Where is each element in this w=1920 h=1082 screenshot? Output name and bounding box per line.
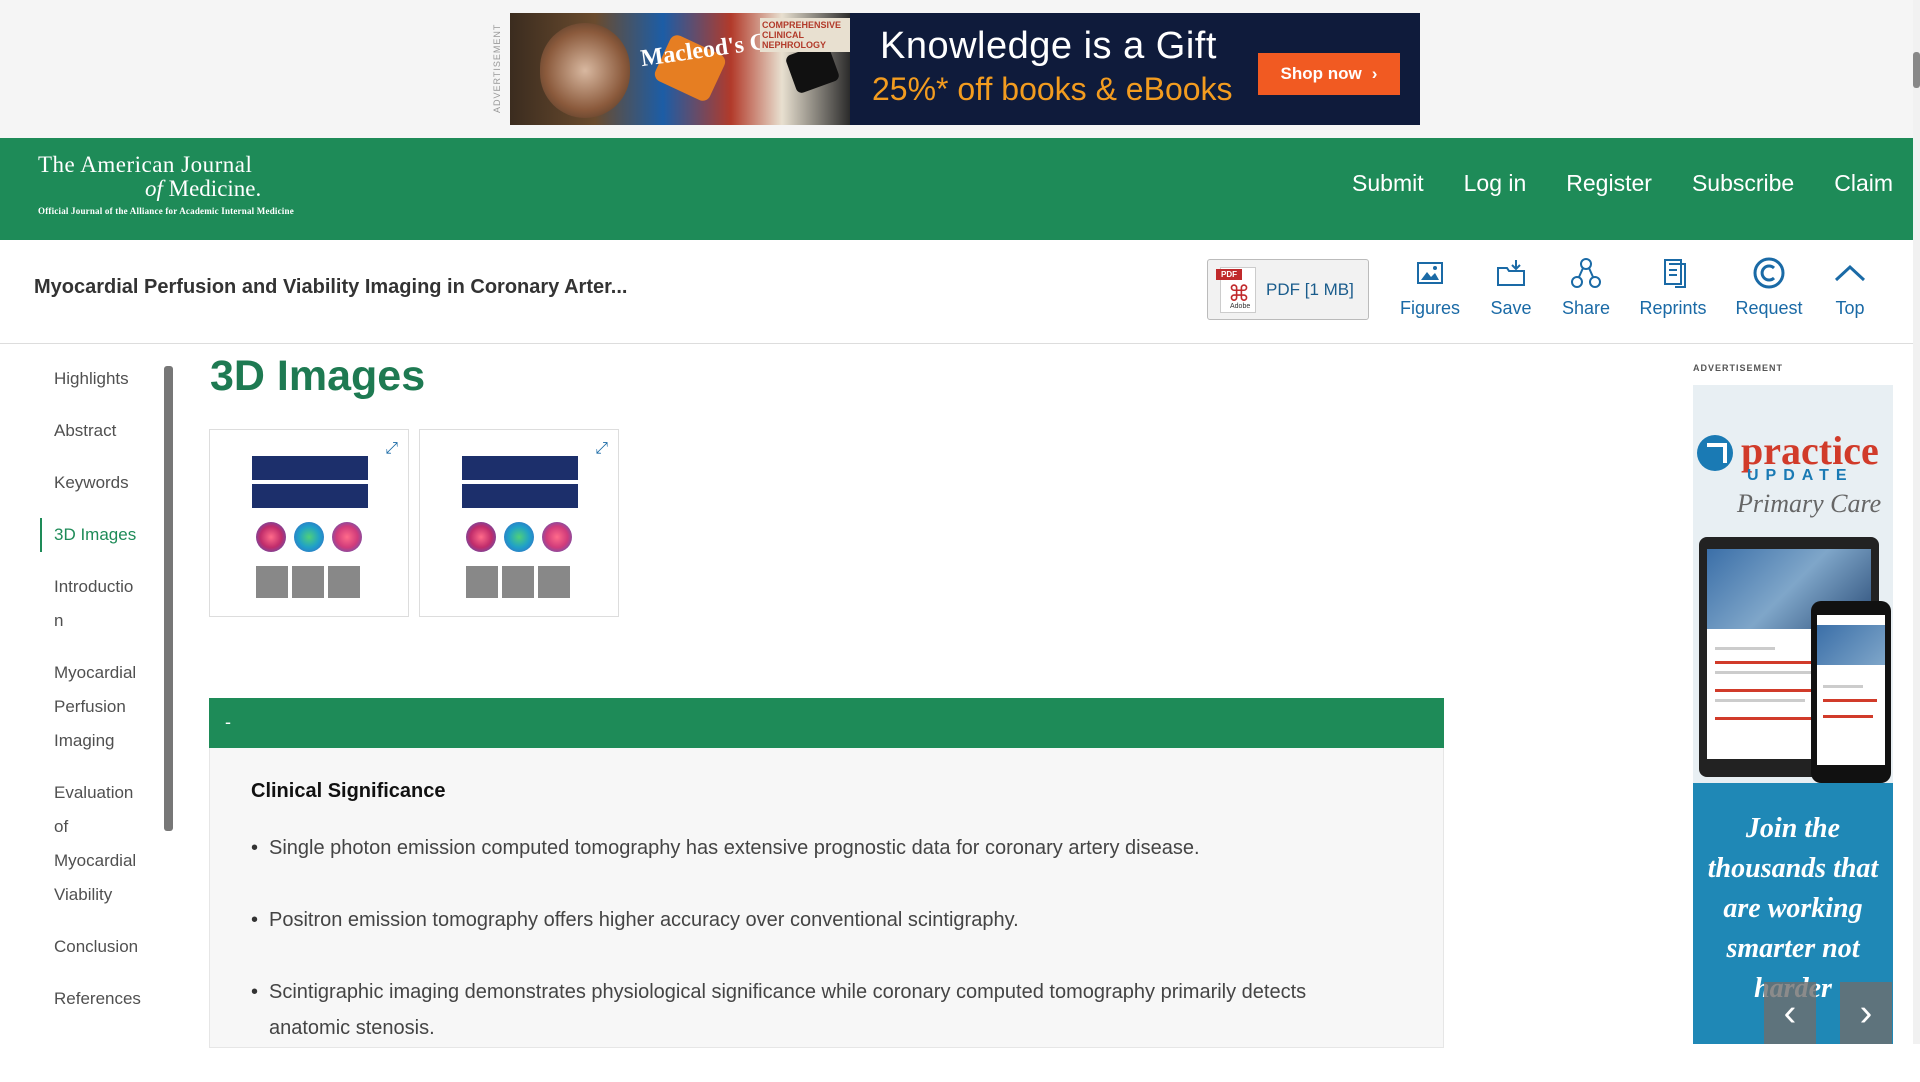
toc-item-3d-images[interactable]: 3D Images — [40, 518, 168, 552]
chevron-right-icon: › — [1371, 64, 1378, 83]
expand-icon[interactable]: ⤢ — [385, 440, 398, 458]
nav-subscribe[interactable]: Subscribe — [1692, 170, 1794, 197]
page-scrollbar[interactable] — [1913, 0, 1920, 1044]
arrow-icon — [1697, 435, 1733, 471]
share-label: Share — [1561, 298, 1611, 318]
ad-brand-sub: UPDATE — [1747, 467, 1854, 484]
3d-image-thumbnail-1[interactable]: ⤢ — [209, 429, 409, 617]
shop-now-label: Shop now — [1280, 64, 1362, 83]
list-item: Scintigraphic imaging demonstrates physi… — [251, 974, 1391, 1046]
pdf-brand: Adobe — [1230, 302, 1251, 310]
logo-line2: of Medicine. — [38, 176, 294, 202]
clinical-significance-box: Clinical Significance Single photon emis… — [209, 748, 1444, 1048]
ad-subline: 25%* off books & eBooks — [872, 71, 1233, 107]
pdf-label: PDF [1 MB] — [1266, 279, 1354, 299]
ad-brand-area: Primary Care — [1737, 489, 1882, 518]
reprints-button[interactable]: Reprints — [1620, 254, 1726, 319]
save-button[interactable]: Save — [1470, 254, 1552, 319]
article-tools: Figures Save Share Reprints Request Top — [1390, 254, 1888, 319]
folder-save-icon — [1495, 254, 1527, 292]
toc-item-references[interactable]: References — [40, 982, 168, 1016]
right-ad-label: ADVERTISEMENT — [1693, 363, 1784, 373]
expand-icon[interactable]: ⤢ — [595, 440, 608, 458]
toc-item-conclusion[interactable]: Conclusion — [40, 930, 168, 964]
ad-label: ADVERTISEMENT — [492, 23, 502, 113]
list-item: Single photon emission computed tomograp… — [251, 830, 1391, 866]
share-icon — [1570, 254, 1602, 292]
chevron-left-icon: ‹ — [1783, 991, 1797, 1034]
clinical-bullet-list: Single photon emission computed tomograp… — [251, 830, 1391, 1082]
nav-claim[interactable]: Claim — [1834, 170, 1893, 197]
toc-scrollbar[interactable] — [164, 366, 173, 831]
clinical-significance-title: Clinical Significance — [251, 780, 446, 802]
image-icon — [1416, 254, 1444, 292]
pdf-download-button[interactable]: PDF ⌘ Adobe PDF [1 MB] — [1207, 259, 1369, 320]
save-label: Save — [1490, 298, 1532, 318]
list-item: Positron emission tomography offers high… — [251, 902, 1391, 938]
table-of-contents: Highlights Abstract Keywords 3D Images I… — [40, 362, 168, 1034]
chevron-up-icon — [1834, 254, 1866, 292]
site-header: The American Journal of Medicine. Offici… — [0, 138, 1913, 240]
nav-submit[interactable]: Submit — [1352, 170, 1424, 197]
toc-item-abstract[interactable]: Abstract — [40, 414, 168, 448]
toc-item-evaluation-viability[interactable]: Evaluation of Myocardial Viability — [40, 776, 168, 912]
reprints-label: Reprints — [1639, 298, 1707, 318]
top-label: Top — [1835, 298, 1865, 318]
logo-line1: The American Journal — [38, 152, 253, 177]
top-button[interactable]: Top — [1812, 254, 1888, 319]
article-title: Myocardial Perfusion and Viability Imagi… — [34, 276, 628, 298]
article-toolbar: Myocardial Perfusion and Viability Imagi… — [0, 240, 1913, 344]
section-heading: 3D Images — [210, 352, 426, 400]
scrollbar-thumb[interactable] — [1913, 52, 1920, 88]
right-ad-banner[interactable]: practice UPDATE Primary Care Join the th… — [1693, 385, 1893, 1044]
figures-label: Figures — [1399, 298, 1461, 318]
3d-image-thumbnail-2[interactable]: ⤢ — [419, 429, 619, 617]
toc-item-myocardial-perfusion[interactable]: Myocardial Perfusion Imaging — [40, 656, 168, 758]
shop-now-button[interactable]: Shop now › — [1258, 53, 1400, 95]
nav-log-in[interactable]: Log in — [1464, 170, 1527, 197]
nav-register[interactable]: Register — [1566, 170, 1652, 197]
reprints-icon — [1659, 254, 1687, 292]
toc-item-keywords[interactable]: Keywords — [40, 466, 168, 500]
ad-book-corner: COMPREHENSIVE CLINICAL NEPHROLOGY — [760, 18, 850, 52]
logo-of: of — [145, 176, 163, 201]
phone-image — [1811, 601, 1891, 783]
toc-item-introduction[interactable]: Introductio n — [40, 570, 168, 638]
request-label: Request — [1735, 298, 1803, 318]
share-button[interactable]: Share — [1552, 254, 1620, 319]
toc-item-highlights[interactable]: Highlights — [40, 362, 168, 396]
top-nav: Submit Log in Register Subscribe Claim — [1352, 170, 1893, 197]
pdf-tag: PDF — [1216, 268, 1242, 280]
copyright-icon — [1752, 254, 1786, 292]
carousel-next-button[interactable]: › — [1840, 982, 1892, 1044]
ad-books-image: Macleod's Clinical COMPREHENSIVE CLINICA… — [510, 13, 850, 125]
top-ad-region: ADVERTISEMENT Macleod's Clinical COMPREH… — [0, 0, 1920, 138]
section-bar: - — [209, 698, 1444, 748]
logo-tagline: Official Journal of the Alliance for Aca… — [38, 206, 294, 216]
figures-button[interactable]: Figures — [1390, 254, 1470, 319]
logo-medicine: Medicine. — [168, 176, 262, 201]
ad-headline: Knowledge is a Gift — [880, 25, 1217, 67]
chevron-right-icon: › — [1859, 991, 1873, 1034]
journal-logo[interactable]: The American Journal of Medicine. Offici… — [38, 152, 294, 216]
ad-banner[interactable]: Macleod's Clinical COMPREHENSIVE CLINICA… — [510, 13, 1420, 125]
request-button[interactable]: Request — [1726, 254, 1812, 319]
pdf-icon: PDF ⌘ Adobe — [1216, 266, 1258, 313]
carousel-prev-button[interactable]: ‹ — [1764, 982, 1816, 1044]
